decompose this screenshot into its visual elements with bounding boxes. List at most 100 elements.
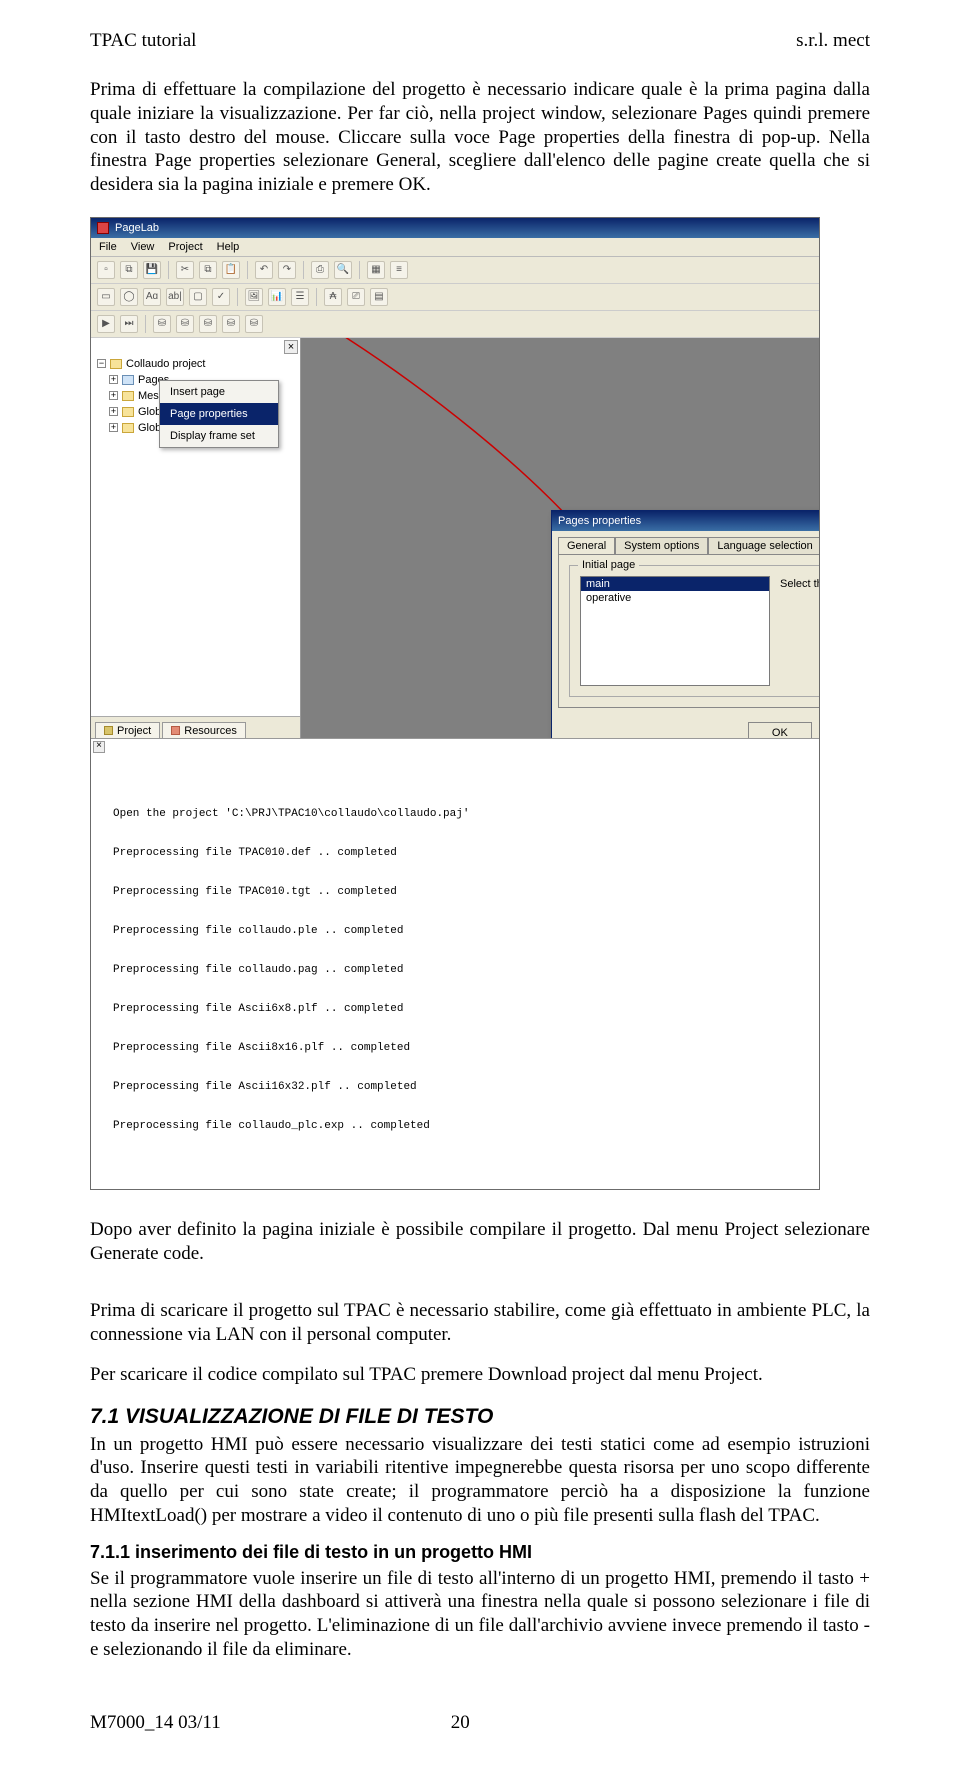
canvas-area: Pages properties × General System option… [301, 338, 819, 738]
output-close-icon[interactable]: × [93, 741, 105, 753]
tree-root-label: Collaudo project [126, 356, 206, 372]
option-operative[interactable]: operative [581, 591, 769, 605]
tb-grid-icon[interactable]: ▦ [367, 261, 385, 279]
tb-align-icon[interactable]: ≡ [390, 261, 408, 279]
app-icon [97, 222, 109, 234]
menu-help[interactable]: Help [217, 241, 240, 253]
paragraph-after-3: Per scaricare il codice compilato sul TP… [90, 1363, 870, 1387]
section-7-1-title: 7.1 VISUALIZZAZIONE DI FILE DI TESTO [90, 1405, 870, 1429]
section-7-1-1-body: Se il programmatore vuole inserire un fi… [90, 1567, 870, 1662]
tb-btn-icon[interactable]: ▢ [189, 288, 207, 306]
doc-header: TPAC tutorial s.r.l. mect [90, 30, 870, 52]
menu-file[interactable]: File [99, 241, 117, 253]
tb-db2-icon[interactable]: ⛁ [176, 315, 194, 333]
output-line: Open the project 'C:\PRJ\TPAC10\collaudo… [113, 808, 811, 821]
tb-undo-icon[interactable]: ↶ [255, 261, 273, 279]
tb-cut-icon[interactable]: ✂ [176, 261, 194, 279]
section-7-1-body: In un progetto HMI può essere necessario… [90, 1433, 870, 1528]
ctx-page-properties[interactable]: Page properties [160, 403, 278, 425]
output-line: Preprocessing file Ascii8x16.plf .. comp… [113, 1042, 811, 1055]
dialog-title: Pages properties [558, 515, 641, 527]
dialog-tabs: General System options Language selectio… [552, 531, 819, 554]
header-left: TPAC tutorial [90, 30, 196, 52]
fieldset-legend: Initial page [578, 559, 639, 571]
section-7-1-1-title: 7.1.1 inserimento dei file di testo in u… [90, 1542, 870, 1563]
folder-icon [122, 423, 134, 433]
tb-image-icon[interactable]: 🖼 [245, 288, 263, 306]
tab-project[interactable]: Project [95, 722, 160, 738]
tb-print-icon[interactable]: ⎙ [311, 261, 329, 279]
tb-chart-icon[interactable]: 📊 [268, 288, 286, 306]
expand-icon[interactable]: + [109, 407, 118, 416]
paragraph-after-2: Prima di scaricare il progetto sul TPAC … [90, 1299, 870, 1347]
side-hint: Select the initial page [780, 576, 819, 686]
collapse-icon[interactable]: − [97, 359, 106, 368]
project-tree-panel: × − Collaudo project + Pages + Messages [91, 338, 301, 738]
initial-page-fieldset: Initial page main operative Select the i… [569, 565, 819, 697]
folder-icon [122, 407, 134, 417]
menu-view[interactable]: View [131, 241, 155, 253]
app-titlebar: PageLab [91, 218, 819, 238]
toolbar-3: ▶ ⏭ ⛁ ⛁ ⛁ ⛁ ⛁ [91, 311, 819, 338]
initial-page-listbox[interactable]: main operative [580, 576, 770, 686]
output-line: Preprocessing file collaudo_plc.exp .. c… [113, 1120, 811, 1133]
tb-save-icon[interactable]: 💾 [143, 261, 161, 279]
tree-bottom-tabs: Project Resources [91, 716, 301, 738]
tree-close-icon[interactable]: × [284, 340, 298, 354]
expand-icon[interactable]: + [109, 423, 118, 432]
tb-db5-icon[interactable]: ⛁ [245, 315, 263, 333]
tb-c-icon[interactable]: ▤ [370, 288, 388, 306]
tb-paste-icon[interactable]: 📋 [222, 261, 240, 279]
paragraph-after-1: Dopo aver definito la pagina iniziale è … [90, 1218, 870, 1266]
tb-db3-icon[interactable]: ⛁ [199, 315, 217, 333]
tb-label-icon[interactable]: ab| [166, 288, 184, 306]
tb-copy-icon[interactable]: ⧉ [199, 261, 217, 279]
output-line: Preprocessing file collaudo.ple .. compl… [113, 925, 811, 938]
doc-footer: M7000_14 03/11 20 [90, 1712, 870, 1734]
tb-db4-icon[interactable]: ⛁ [222, 315, 240, 333]
toolbar-1: ▫ ⧉ 💾 ✂ ⧉ 📋 ↶ ↷ ⎙ 🔍 ▦ ≡ [91, 257, 819, 284]
tb-redo-icon[interactable]: ↷ [278, 261, 296, 279]
pages-properties-dialog: Pages properties × General System option… [551, 510, 819, 738]
paragraph-intro: Prima di effettuare la compilazione del … [90, 78, 870, 197]
tb-list-icon[interactable]: ☰ [291, 288, 309, 306]
tb-b-icon[interactable]: ⎚ [347, 288, 365, 306]
app-main: × − Collaudo project + Pages + Messages [91, 338, 819, 738]
ctx-display-frame-set[interactable]: Display frame set [160, 425, 278, 447]
menubar: File View Project Help [91, 238, 819, 257]
ok-button[interactable]: OK [748, 722, 812, 738]
tab-language-selection[interactable]: Language selection [708, 537, 819, 554]
tb-text-icon[interactable]: Aɑ [143, 288, 161, 306]
tb-rect-icon[interactable]: ▭ [97, 288, 115, 306]
tb-play-icon[interactable]: ▶ [97, 315, 115, 333]
tab-system-options[interactable]: System options [615, 537, 708, 554]
dialog-buttons: OK Annulla ? [552, 714, 819, 738]
tree-root[interactable]: − Collaudo project [97, 356, 296, 372]
tb-new-icon[interactable]: ▫ [97, 261, 115, 279]
tb-zoom-icon[interactable]: 🔍 [334, 261, 352, 279]
expand-icon[interactable]: + [109, 391, 118, 400]
tb-skip-icon[interactable]: ⏭ [120, 315, 138, 333]
tb-db1-icon[interactable]: ⛁ [153, 315, 171, 333]
header-right: s.r.l. mect [796, 30, 870, 52]
dialog-titlebar: Pages properties × [552, 511, 819, 531]
footer-left: M7000_14 03/11 [90, 1712, 221, 1734]
ctx-insert-page[interactable]: Insert page [160, 381, 278, 403]
output-panel: × Open the project 'C:\PRJ\TPAC10\collau… [91, 738, 819, 1189]
output-line: Preprocessing file collaudo.pag .. compl… [113, 964, 811, 977]
project-icon [110, 359, 122, 369]
toolbar-2: ▭ ◯ Aɑ ab| ▢ ✓ 🖼 📊 ☰ ₳ ⎚ ▤ [91, 284, 819, 311]
tb-circle-icon[interactable]: ◯ [120, 288, 138, 306]
menu-project[interactable]: Project [168, 241, 202, 253]
output-line: Preprocessing file TPAC010.tgt .. comple… [113, 886, 811, 899]
context-menu: Insert page Page properties Display fram… [159, 380, 279, 448]
app-title: PageLab [115, 222, 159, 234]
option-main[interactable]: main [581, 577, 769, 591]
tab-general[interactable]: General [558, 537, 615, 554]
tb-a-icon[interactable]: ₳ [324, 288, 342, 306]
tb-check-icon[interactable]: ✓ [212, 288, 230, 306]
tb-open-icon[interactable]: ⧉ [120, 261, 138, 279]
expand-icon[interactable]: + [109, 375, 118, 384]
tab-resources[interactable]: Resources [162, 722, 246, 738]
output-line: Preprocessing file TPAC010.def .. comple… [113, 847, 811, 860]
